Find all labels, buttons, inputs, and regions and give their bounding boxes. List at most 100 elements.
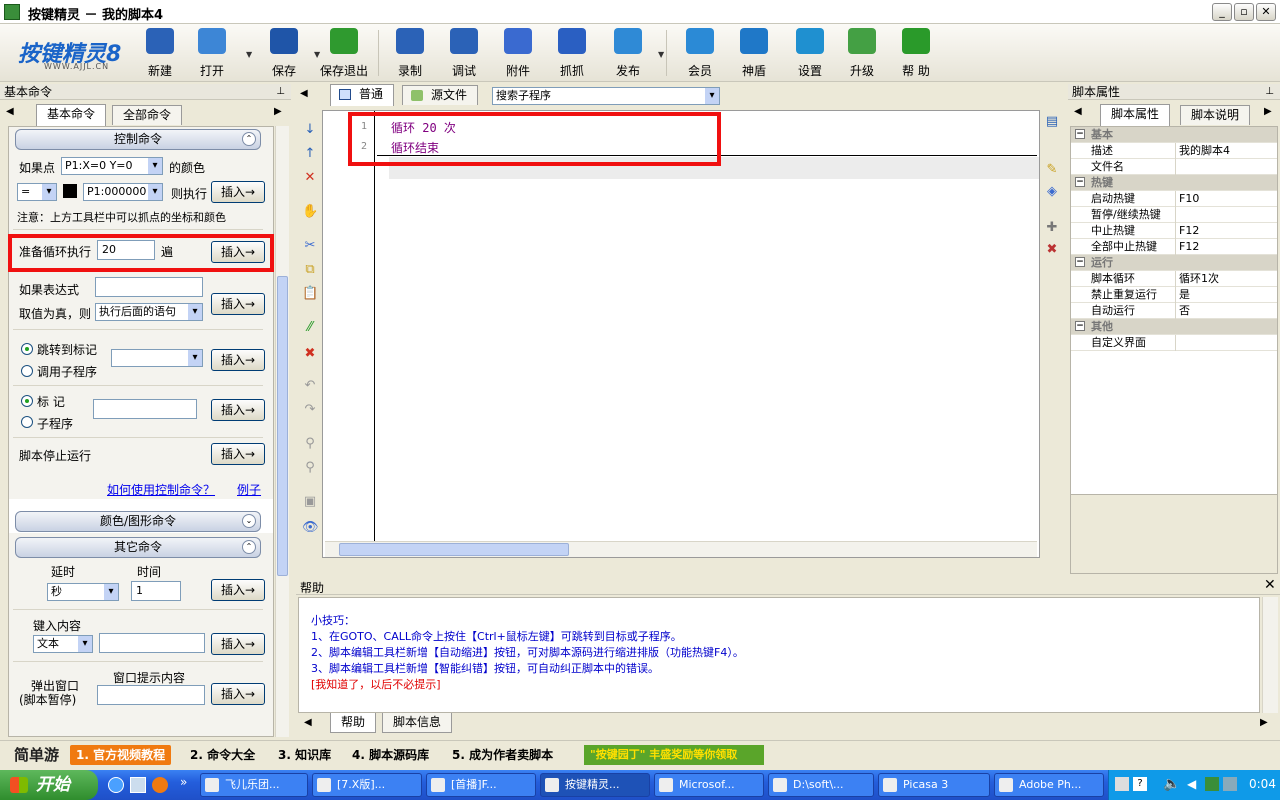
task-shoubo[interactable]: [首播]F... [426,773,536,797]
tab-help[interactable]: 帮助 [330,713,377,733]
hand-icon[interactable]: ✋ [302,204,318,220]
open-button[interactable]: 打开 [186,26,238,80]
collapse-icon[interactable]: − [1075,129,1085,139]
property-row[interactable]: 描述 我的脚本4 [1071,143,1277,159]
call-radio[interactable] [21,365,33,377]
property-category[interactable]: − 热键 [1071,175,1277,191]
task-fei-er[interactable]: 飞儿乐团... [200,773,308,797]
delay-value-input[interactable]: 1 [131,581,181,601]
layers-icon[interactable]: ◈ [1044,184,1060,200]
strip-source-lib[interactable]: 4. 脚本源码库 [352,745,429,765]
color-group-header[interactable]: 颜色/图形命令 ⌄ [15,511,261,532]
insert-keyin-button[interactable]: 插入→ [211,633,265,655]
tab-normal[interactable]: 普通 [330,84,395,106]
tab-script-props[interactable]: 脚本属性 [1100,104,1171,126]
strip-sell-script[interactable]: 5. 成为作者卖脚本 [452,745,553,765]
insert-delay-button[interactable]: 插入→ [211,579,265,601]
move-down-icon[interactable]: ↓ [302,122,318,138]
save-dropdown-icon[interactable]: ▼ [314,50,320,59]
code-editor[interactable]: 1 2 循环 20 次 循环结束 [322,110,1040,558]
left-scrollbar[interactable] [275,126,289,737]
sub-radio[interactable] [21,416,33,428]
insert-if-point-button[interactable]: 插入→ [211,181,265,203]
property-category[interactable]: − 基本 [1071,127,1277,143]
property-row[interactable]: 全部中止热键 F12 [1071,239,1277,255]
help-tab-left-icon[interactable]: ◀ [304,717,312,728]
task-anjian[interactable]: 按键精灵... [540,773,650,797]
cut-icon[interactable]: ✂ [302,238,318,254]
collapse-icon[interactable]: − [1075,177,1085,187]
task-7x[interactable]: [7.X版]... [312,773,422,797]
delay-unit-select[interactable]: 秒 [47,583,119,601]
redo-icon[interactable]: ↷ [302,402,318,418]
help-tab-right-icon[interactable]: ▶ [1260,717,1268,728]
sub-routine-select[interactable]: 搜索子程序 [492,87,720,105]
property-row[interactable]: 文件名 [1071,159,1277,175]
other-group-header[interactable]: 其它命令 ⌃ [15,537,261,558]
mark-input[interactable] [93,399,197,419]
goto-radio[interactable] [21,343,33,355]
collapse-icon[interactable]: ⌃ [242,540,256,554]
delete-icon[interactable]: ✕ [302,170,318,186]
desktop-icon[interactable] [130,777,146,793]
control-group-header[interactable]: 控制命令 ⌃ [15,129,261,150]
help-tray-icon[interactable]: ? [1133,777,1147,791]
color-swatch[interactable] [63,184,77,198]
property-row[interactable]: 暂停/继续热键 [1071,207,1277,223]
mark-radio[interactable] [21,395,33,407]
tab-basic-commands[interactable]: 基本命令 [36,104,107,126]
tab-scroll-right-icon[interactable]: ▶ [274,106,282,117]
task-dsoft[interactable]: D:\soft\... [768,773,874,797]
minimize-button[interactable]: _ [1212,3,1232,21]
insert-popup-button[interactable]: 插入→ [211,683,265,705]
chevron-right-icon[interactable]: » [180,775,187,789]
rtab-right-icon[interactable]: ▶ [1264,106,1272,117]
tab-script-info[interactable]: 脚本信息 [382,713,453,733]
find-icon[interactable]: ⚲ [302,436,318,452]
save-exit-button[interactable]: 保存退出 [318,26,370,80]
collapse-icon[interactable]: ⌃ [242,132,256,146]
record-button[interactable]: 录制 [384,26,436,80]
insert-stop-button[interactable]: 插入→ [211,443,265,465]
help-button[interactable]: 帮 助 [890,26,942,80]
attachment-button[interactable]: 附件 [492,26,544,80]
new-button[interactable]: 新建 [134,26,186,80]
insert-mark-button[interactable]: 插入→ [211,399,265,421]
maximize-button[interactable]: ▫ [1234,3,1254,21]
strip-video-tutorial[interactable]: 1. 官方视频教程 [70,745,172,765]
keyboard-icon[interactable] [1115,777,1129,791]
app-tray-icon[interactable] [1205,777,1219,791]
comment-icon[interactable]: ⁄⁄ [302,320,318,336]
app-quick-icon[interactable] [152,777,168,793]
tab-all-commands[interactable]: 全部命令 [112,105,183,125]
keyin-input[interactable] [99,633,205,653]
publish-dropdown-icon[interactable]: ▼ [658,50,664,59]
property-category[interactable]: − 运行 [1071,255,1277,271]
template-icon[interactable]: ▣ [302,494,318,510]
help-scrollbar[interactable] [1262,597,1278,713]
keyin-type-select[interactable]: 文本 [33,635,93,653]
view-icon[interactable]: 👁 [302,520,319,536]
compare-select[interactable]: = [17,183,57,201]
task-microsoft[interactable]: Microsof... [654,773,764,797]
strip-knowledge[interactable]: 3. 知识库 [278,745,331,765]
tab-scroll-left-icon[interactable]: ◀ [6,106,14,117]
tray-arrow-icon[interactable]: ◀ [1187,777,1196,791]
color-select[interactable]: P1:000000 [83,183,163,201]
paste-icon[interactable]: 📋 [302,286,318,302]
close-icon[interactable]: ✕ [1264,577,1276,593]
uncomment-icon[interactable]: ✖ [302,346,318,362]
copy-icon[interactable]: ⧉ [302,262,318,278]
task-picasa[interactable]: Picasa 3 [878,773,990,797]
replace-icon[interactable]: ⚲ [302,460,318,476]
tool-add-icon[interactable]: ✚ [1044,220,1060,236]
expr-input[interactable] [95,277,203,297]
property-row[interactable]: 启动热键 F10 [1071,191,1277,207]
howto-link[interactable]: 如何使用控制命令？ [107,481,215,498]
goto-target-select[interactable] [111,349,203,367]
collapse-icon[interactable]: − [1075,257,1085,267]
if-true-select[interactable]: 执行后面的语句 [95,303,203,321]
property-row[interactable]: 中止热键 F12 [1071,223,1277,239]
dismiss-link[interactable]: [我知道了，以后不必提示] [311,676,441,692]
pencil-icon[interactable]: ✎ [1044,162,1060,178]
